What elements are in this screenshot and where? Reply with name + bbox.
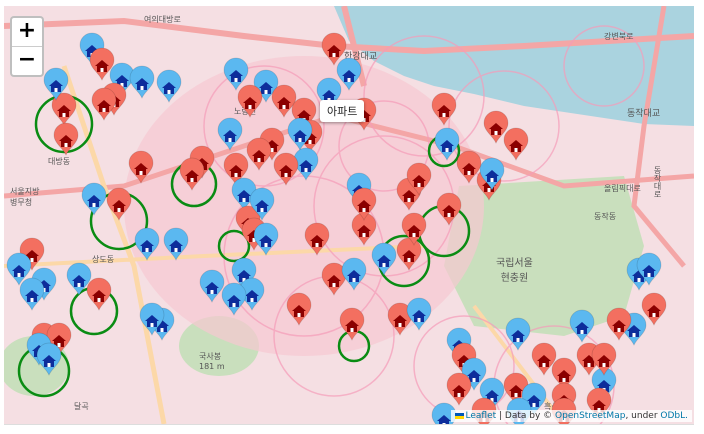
- apartment-marker-red[interactable]: [641, 292, 667, 327]
- zoom-out-button[interactable]: −: [12, 46, 42, 75]
- attribution-text-2: , under: [625, 411, 661, 421]
- apartment-marker-blue[interactable]: [434, 127, 460, 162]
- attribution: Leaflet | Data by © OpenStreetMap, under…: [450, 410, 692, 422]
- apartment-marker-red[interactable]: [436, 192, 462, 227]
- apartment-marker-red[interactable]: [446, 372, 472, 407]
- apartment-marker-red[interactable]: [86, 277, 112, 312]
- apartment-marker-blue[interactable]: [81, 182, 107, 217]
- zoom-control: + −: [10, 16, 44, 77]
- apartment-marker-blue[interactable]: [129, 65, 155, 100]
- apartment-marker-red[interactable]: [273, 152, 299, 187]
- apartment-marker-blue[interactable]: [217, 117, 243, 152]
- apartment-marker-blue[interactable]: [134, 227, 160, 262]
- apartment-marker-blue[interactable]: [336, 57, 362, 92]
- apartment-marker-blue[interactable]: [406, 297, 432, 332]
- apartment-marker-blue[interactable]: [199, 269, 225, 304]
- apartment-marker-blue[interactable]: [156, 69, 182, 104]
- osm-link[interactable]: OpenStreetMap: [555, 411, 625, 421]
- apartment-marker-blue[interactable]: [36, 342, 62, 377]
- apartment-marker-red[interactable]: [286, 292, 312, 327]
- apartment-marker-blue[interactable]: [253, 222, 279, 257]
- apartment-marker-blue[interactable]: [223, 57, 249, 92]
- apartment-marker-blue[interactable]: [221, 282, 247, 317]
- apartment-marker-blue[interactable]: [371, 242, 397, 277]
- apartment-marker-red[interactable]: [591, 342, 617, 377]
- apartment-marker-red[interactable]: [106, 187, 132, 222]
- apartment-marker-red[interactable]: [246, 137, 272, 172]
- apartment-marker-red[interactable]: [396, 237, 422, 272]
- marker-layer: [6, 32, 667, 424]
- apartment-marker-blue[interactable]: [19, 277, 45, 312]
- apartment-marker-red[interactable]: [304, 222, 330, 257]
- apartment-marker-red[interactable]: [91, 87, 117, 122]
- apartment-marker-blue[interactable]: [341, 257, 367, 292]
- apartment-marker-blue[interactable]: [569, 309, 595, 344]
- map-container[interactable]: 한강대교 동작대교 국립서울 현충원 동작동 대방동 서울지방 병무청 상도동 …: [4, 6, 694, 425]
- leaflet-link[interactable]: Leaflet: [466, 411, 497, 421]
- marker-tooltip: 아파트: [320, 100, 365, 122]
- apartment-marker-blue[interactable]: [505, 317, 531, 352]
- attribution-text-1: | Data by ©: [496, 411, 556, 421]
- apartment-marker-red[interactable]: [351, 187, 377, 222]
- apartment-marker-red[interactable]: [339, 307, 365, 342]
- apartment-marker-red[interactable]: [179, 157, 205, 192]
- odbl-link[interactable]: ODbL.: [660, 411, 688, 421]
- apartment-marker-red[interactable]: [53, 122, 79, 157]
- apartment-marker-red[interactable]: [237, 84, 263, 119]
- apartment-marker-blue[interactable]: [163, 227, 189, 262]
- apartment-marker-red[interactable]: [431, 92, 457, 127]
- apartment-marker-red[interactable]: [503, 127, 529, 162]
- apartment-marker-red[interactable]: [128, 150, 154, 185]
- zoom-in-button[interactable]: +: [12, 18, 42, 46]
- ukraine-flag-icon: [454, 412, 464, 419]
